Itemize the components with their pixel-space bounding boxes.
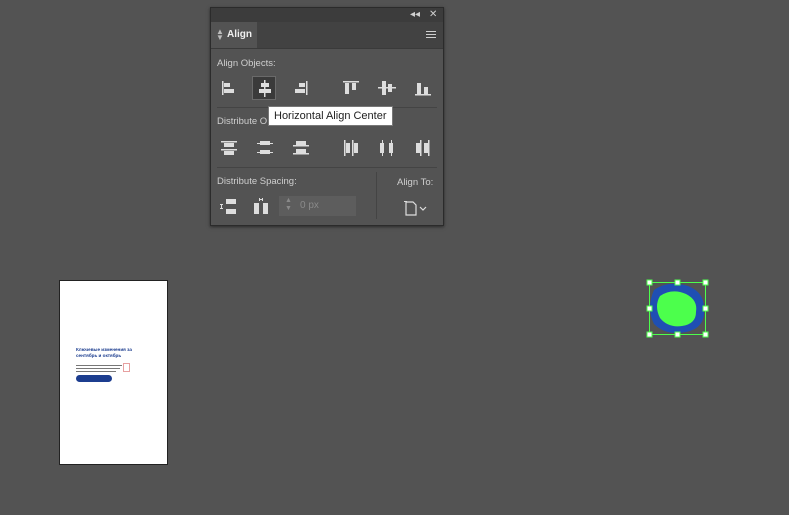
horizontal-align-center-button[interactable] xyxy=(252,76,276,100)
vertical-distribute-bottom-button[interactable] xyxy=(289,136,313,160)
vertical-align-top-button[interactable] xyxy=(339,76,363,100)
vertical-align-bottom-button[interactable] xyxy=(411,76,435,100)
distribute-objects-label: Distribute O xyxy=(217,116,268,127)
panel-tab-row: ▲ ▼ Align xyxy=(211,22,443,49)
horizontal-align-right-icon xyxy=(295,81,308,95)
tab-align[interactable]: ▲ ▼ Align xyxy=(211,22,257,48)
vertical-distribute-space-button[interactable] xyxy=(217,195,241,219)
panel-title-bar[interactable]: ◂◂ ✕ xyxy=(211,8,443,22)
vertical-distribute-top-button[interactable] xyxy=(217,136,241,160)
tooltip: Horizontal Align Center xyxy=(268,106,393,126)
horizontal-distribute-left-icon xyxy=(344,140,358,156)
horizontal-align-center-icon xyxy=(259,80,271,97)
artboard-marker xyxy=(123,363,130,372)
horizontal-distribute-right-icon xyxy=(416,140,430,156)
horizontal-distribute-center-icon xyxy=(380,140,393,156)
vertical-distribute-bottom-icon xyxy=(293,141,309,155)
vertical-align-center-icon xyxy=(378,81,396,95)
selected-object[interactable] xyxy=(644,278,712,340)
align-to-dropdown[interactable] xyxy=(401,198,431,222)
vertical-distribute-space-icon xyxy=(220,199,236,214)
horizontal-align-left-icon xyxy=(222,81,234,95)
vertical-align-center-button[interactable] xyxy=(375,76,399,100)
horizontal-distribute-left-button[interactable] xyxy=(339,136,363,160)
spinner-arrows-icon[interactable]: ▲ ▼ xyxy=(285,197,292,213)
distribute-spacing-label: Distribute Spacing: xyxy=(217,176,297,187)
align-to-label: Align To: xyxy=(397,177,434,188)
artboard-cta-button xyxy=(76,375,112,382)
artboard-text-line xyxy=(76,368,120,370)
align-to-artboard-icon xyxy=(404,201,427,216)
artboard[interactable]: Ключевые изменения за сентябрь и октябрь xyxy=(59,280,168,465)
tab-toggle-icon[interactable]: ▲ ▼ xyxy=(216,28,224,42)
distribute-spacing-value: 0 px xyxy=(300,200,319,211)
vertical-align-bottom-icon xyxy=(415,83,431,96)
horizontal-distribute-center-button[interactable] xyxy=(375,136,399,160)
artboard-heading: Ключевые изменения за сентябрь и октябрь xyxy=(76,347,132,358)
divider xyxy=(376,172,377,219)
artboard-text-line xyxy=(76,371,116,373)
horizontal-distribute-space-icon xyxy=(254,198,268,214)
horizontal-distribute-space-button[interactable] xyxy=(249,195,273,219)
panel-menu-icon[interactable] xyxy=(426,31,436,40)
distribute-spacing-input[interactable]: ▲ ▼ 0 px xyxy=(279,196,356,216)
align-objects-label: Align Objects: xyxy=(217,58,276,69)
tab-align-label: Align xyxy=(227,29,252,40)
divider xyxy=(217,167,437,168)
vertical-distribute-center-button[interactable] xyxy=(253,136,277,160)
horizontal-align-right-button[interactable] xyxy=(289,76,313,100)
vertical-distribute-center-icon xyxy=(257,141,273,154)
horizontal-align-left-button[interactable] xyxy=(217,76,241,100)
vertical-align-top-icon xyxy=(343,81,359,94)
artboard-text-line xyxy=(76,365,122,367)
close-icon[interactable]: ✕ xyxy=(429,9,437,21)
vertical-distribute-top-icon xyxy=(221,141,237,155)
horizontal-distribute-right-button[interactable] xyxy=(411,136,435,160)
collapse-icon[interactable]: ◂◂ xyxy=(410,9,420,21)
